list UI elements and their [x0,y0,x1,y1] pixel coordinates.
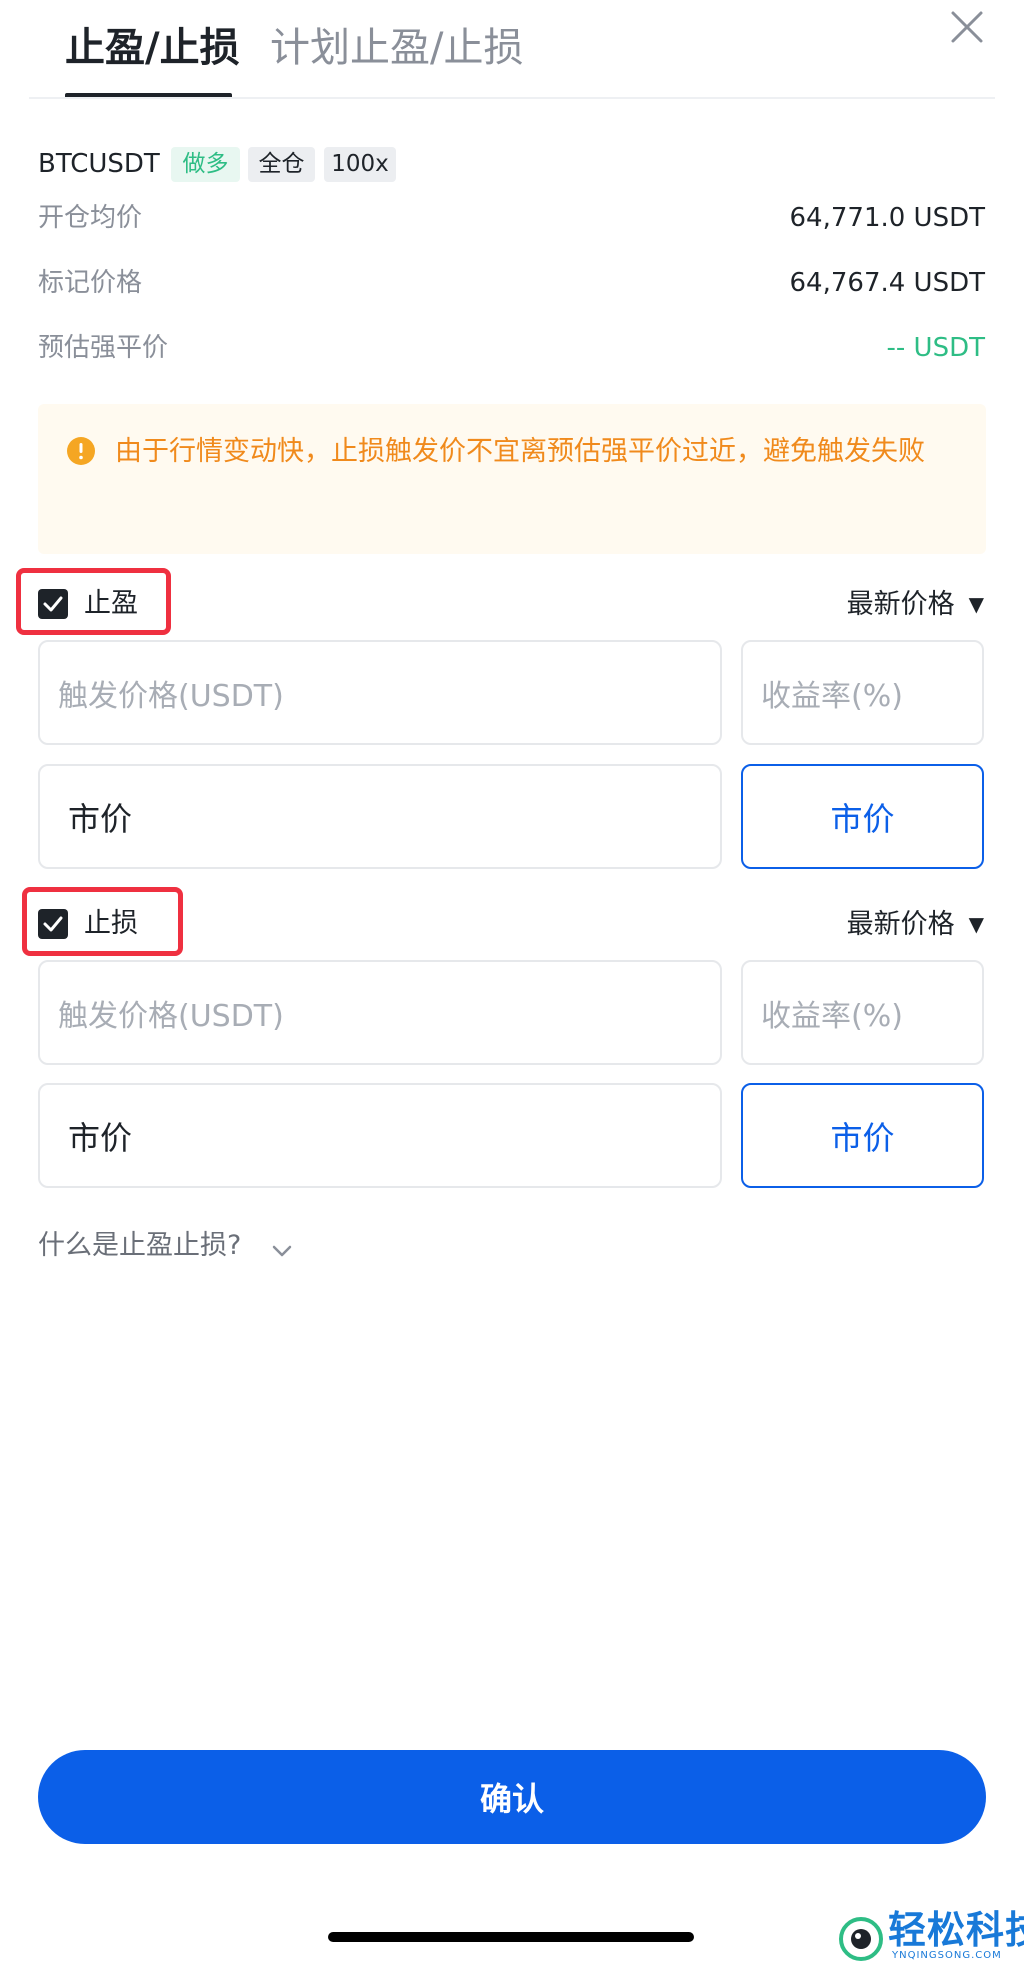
tabs-divider [29,97,995,99]
watermark-title: 轻松科技 [888,1908,1024,1952]
stop-loss-order-price-field[interactable]: 市价 [38,1083,722,1188]
warning-icon [67,437,95,465]
mark-price-value: 64,767.4 USDT [789,268,985,298]
check-icon [43,916,63,932]
stop-loss-checkbox[interactable] [38,909,68,939]
caret-down-icon: ▼ [968,592,984,616]
direction-badge: 做多 [171,147,240,182]
take-profit-trigger-input[interactable]: 触发价格(USDT) [38,640,722,745]
check-icon [43,596,63,612]
margin-mode-badge: 全仓 [248,147,315,182]
take-profit-label: 止盈 [84,588,138,619]
entry-price-label: 开仓均价 [38,203,143,233]
price-type-label: 最新价格 [846,909,955,940]
chevron-down-icon [271,1230,293,1270]
stop-loss-rate-input[interactable]: 收益率(%) [741,960,984,1065]
take-profit-rate-input[interactable]: 收益率(%) [741,640,984,745]
take-profit-checkbox[interactable] [38,589,68,619]
home-indicator [328,1932,694,1942]
close-icon[interactable] [945,5,989,49]
liquidation-price-value: -- USDT [886,333,985,363]
take-profit-order-price-field[interactable]: 市价 [38,764,722,869]
tab-plan-tp-sl[interactable]: 计划止盈/止损 [270,18,523,78]
warning-text: 由于行情变动快，止损触发价不宜离预估强平价过近，避免触发失败 [115,436,925,467]
watermark-logo-icon [838,1916,884,1962]
faq-label: 什么是止盈止损? [38,1230,242,1261]
entry-price-value: 64,771.0 USDT [789,203,985,233]
liquidation-price-label: 预估强平价 [38,333,169,363]
caret-down-icon: ▼ [968,912,984,936]
mark-price-label: 标记价格 [38,268,143,298]
leverage-badge: 100x [324,147,396,182]
confirm-button[interactable]: 确认 [38,1750,986,1844]
watermark-subtitle: YNQINGSONG.COM [892,1950,1002,1961]
tab-tp-sl[interactable]: 止盈/止损 [65,18,240,78]
stop-loss-label: 止损 [84,908,138,939]
stop-loss-trigger-input[interactable]: 触发价格(USDT) [38,960,722,1065]
stop-loss-market-button[interactable]: 市价 [741,1083,984,1188]
symbol-name: BTCUSDT [38,149,160,179]
faq-toggle[interactable]: 什么是止盈止损? [38,1226,293,1270]
take-profit-price-type-select[interactable]: 最新价格 ▼ [847,586,984,623]
price-type-label: 最新价格 [846,589,955,620]
take-profit-market-button[interactable]: 市价 [741,764,984,869]
stop-loss-price-type-select[interactable]: 最新价格 ▼ [847,906,984,943]
